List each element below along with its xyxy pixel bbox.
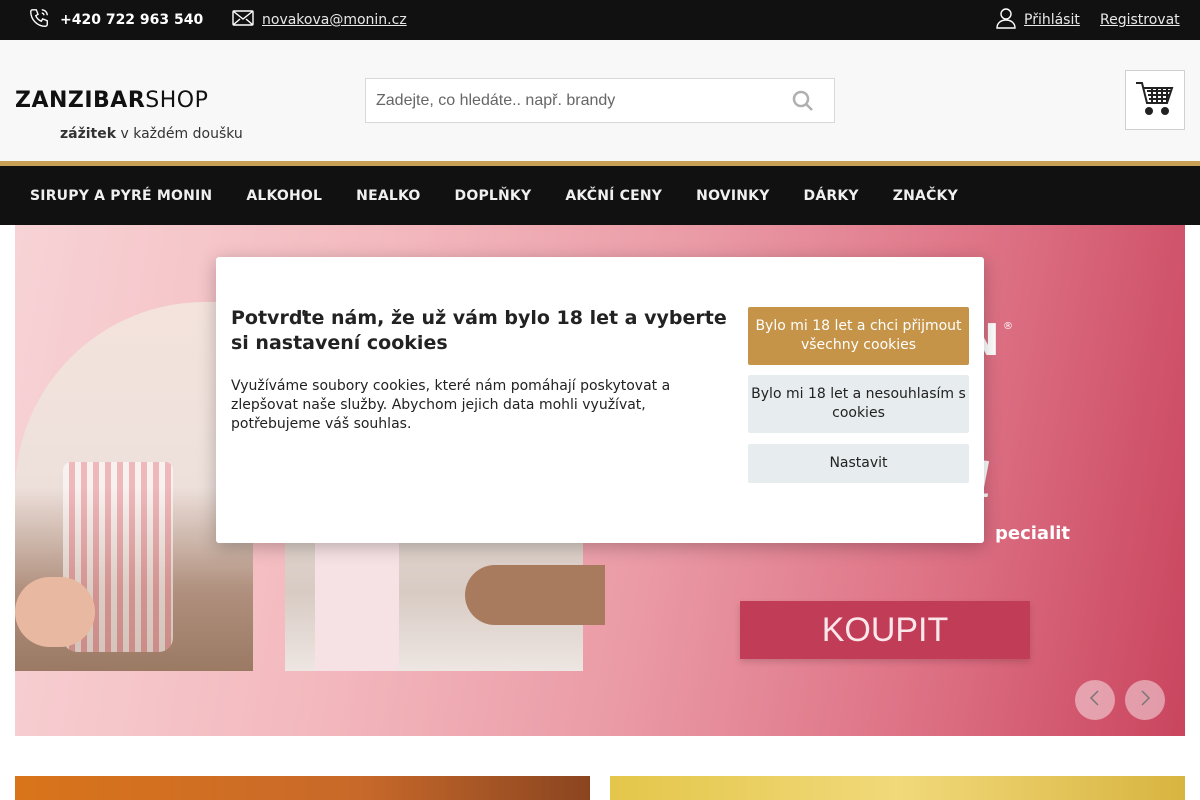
search-input[interactable]	[366, 91, 766, 110]
banner-subtitle: pecialit	[995, 523, 1071, 544]
user-icon	[996, 7, 1016, 33]
chevron-right-icon	[1138, 689, 1152, 711]
cookie-dialog: Potvrďte nám, že už vám bylo 18 let a vy…	[216, 257, 984, 543]
logo-wordmark: ZANZIBARSHOP	[15, 88, 208, 113]
chevron-left-icon	[1088, 689, 1102, 711]
tagline-rest: v každém doušku	[120, 126, 243, 142]
register-link-wrap[interactable]: Registrovat	[1100, 0, 1180, 40]
nav-item-sirupy[interactable]: SIRUPY A PYRÉ MONIN	[30, 188, 212, 204]
buy-button[interactable]: KOUPIT	[740, 601, 1030, 659]
logo-light-text: SHOP	[145, 88, 209, 113]
banner-registered-mark: ®	[1003, 321, 1013, 332]
accept-all-cookies-button[interactable]: Bylo mi 18 let a chci přijmout všechny c…	[748, 307, 969, 365]
cookie-dialog-text: Využíváme soubory cookies, které nám pom…	[231, 378, 671, 432]
refuse-cookies-button[interactable]: Bylo mi 18 let a nesouhlasím s cookies	[748, 375, 969, 433]
nav-item-znacky[interactable]: ZNAČKY	[893, 188, 958, 204]
nav-item-nealko[interactable]: NEALKO	[356, 188, 420, 204]
site-logo[interactable]: ZANZIBARSHOP zážitek v každém doušku	[15, 88, 243, 142]
hand-image	[15, 577, 95, 647]
site-header: ZANZIBARSHOP zážitek v každém doušku	[0, 40, 1200, 161]
logo-bold-text: ZANZIBAR	[15, 88, 146, 113]
main-navigation: SIRUPY A PYRÉ MONIN ALKOHOL NEALKO DOPLŇ…	[0, 166, 1200, 225]
nav-item-akcni-ceny[interactable]: AKČNÍ CENY	[565, 188, 662, 204]
phone-contact[interactable]: +420 722 963 540	[28, 0, 203, 40]
cookie-dialog-title: Potvrďte nám, že už vám bylo 18 let a vy…	[231, 307, 727, 354]
phone-icon	[28, 7, 50, 33]
tagline-bold: zážitek	[60, 126, 117, 142]
top-bar: +420 722 963 540 novakova@monin.cz Přihl…	[0, 0, 1200, 40]
email-contact[interactable]: novakova@monin.cz	[232, 0, 407, 40]
arm-image	[465, 565, 605, 625]
promo-tile-left[interactable]	[15, 776, 590, 800]
search-box	[365, 78, 835, 123]
carousel-next-button[interactable]	[1125, 680, 1165, 720]
search-icon[interactable]	[792, 90, 814, 116]
nav-item-darky[interactable]: DÁRKY	[804, 188, 859, 204]
promo-tile-right[interactable]	[610, 776, 1185, 800]
cart-button[interactable]	[1125, 70, 1185, 130]
envelope-icon	[232, 10, 254, 30]
carousel-prev-button[interactable]	[1075, 680, 1115, 720]
nav-item-doplnky[interactable]: DOPLŇKY	[455, 188, 532, 204]
login-link-wrap[interactable]: Přihlásit	[996, 0, 1080, 40]
phone-number[interactable]: +420 722 963 540	[60, 12, 203, 28]
email-link[interactable]: novakova@monin.cz	[262, 12, 407, 28]
register-link[interactable]: Registrovat	[1100, 12, 1180, 28]
logo-tagline: zážitek v každém doušku	[60, 126, 243, 142]
nav-item-alkohol[interactable]: ALKOHOL	[246, 188, 322, 204]
nav-item-novinky[interactable]: NOVINKY	[696, 188, 769, 204]
shopping-cart-icon	[1135, 80, 1175, 120]
login-link[interactable]: Přihlásit	[1024, 12, 1080, 28]
cookie-settings-button[interactable]: Nastavit	[748, 444, 969, 483]
